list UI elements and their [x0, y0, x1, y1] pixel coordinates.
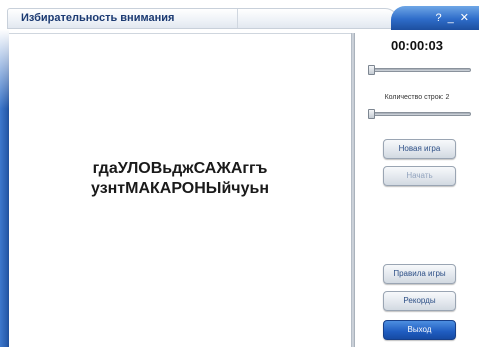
left-frame-highlight — [0, 29, 9, 109]
title-separator — [237, 9, 238, 28]
timer: 00:00:03 — [390, 38, 444, 53]
window-controls: ?_✕ — [391, 6, 479, 30]
rows-slider-thumb[interactable] — [368, 109, 375, 119]
letter-grid: гдаУЛОВьджСАЖАггъ узнтМАКАРОНЫйчуьн — [9, 159, 351, 199]
records-button[interactable]: Рекорды — [383, 291, 456, 311]
start-button[interactable]: Начать — [383, 166, 456, 186]
speed-slider-thumb[interactable] — [368, 65, 375, 75]
exit-button[interactable]: Выход — [383, 320, 456, 340]
app-window: Избирательность внимания ?_✕ гдаУЛОВьджС… — [0, 0, 479, 347]
title-bar: Избирательность внимания ?_✕ — [0, 0, 479, 34]
rows-slider-track — [368, 112, 471, 116]
minimize-icon[interactable]: _ — [448, 12, 460, 24]
speed-slider[interactable] — [368, 65, 471, 75]
window-title-tab: Избирательность внимания — [7, 8, 399, 29]
help-icon[interactable]: ? — [436, 12, 448, 24]
rows-slider[interactable] — [368, 109, 471, 119]
rows-count-label: Количество строк: 2 — [384, 94, 450, 101]
close-icon[interactable]: ✕ — [460, 12, 475, 24]
window-title: Избирательность внимания — [21, 12, 175, 24]
game-area: гдаУЛОВьджСАЖАггъ узнтМАКАРОНЫйчуьн — [9, 33, 351, 347]
letter-row-2[interactable]: узнтМАКАРОНЫйчуьн — [9, 179, 351, 199]
new-game-button[interactable]: Новая игра — [383, 139, 456, 159]
speed-slider-track — [368, 68, 471, 72]
letter-row-1[interactable]: гдаУЛОВьджСАЖАггъ — [9, 159, 351, 179]
control-panel: 00:00:03 Количество строк: 2 Новая игра … — [355, 33, 479, 347]
rules-button[interactable]: Правила игры — [383, 264, 456, 284]
